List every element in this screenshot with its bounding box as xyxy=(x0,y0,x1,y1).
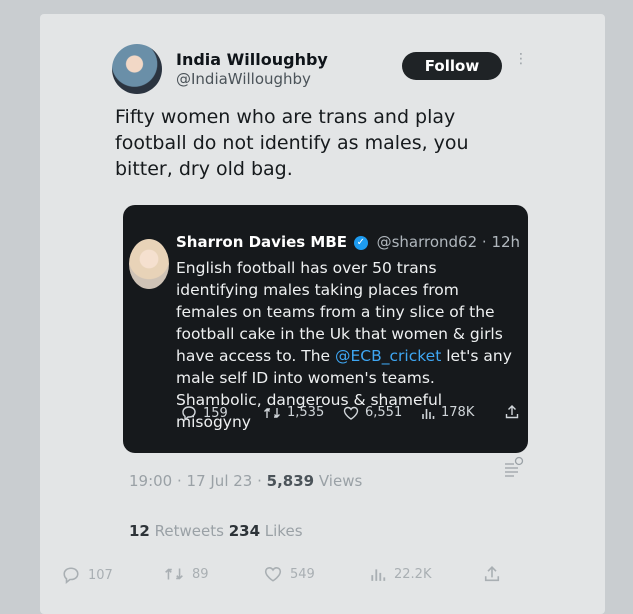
share-action[interactable] xyxy=(505,405,519,419)
retweets-label[interactable]: Retweets xyxy=(150,522,229,540)
bottom-reply-action[interactable]: 107 xyxy=(62,566,113,584)
reply-icon xyxy=(63,567,79,584)
quoted-tweet-actions: 159 1,535 6,551 178K xyxy=(123,405,528,429)
tweet-text: Fifty women who are trans and play footb… xyxy=(115,106,469,180)
tweet-meta: 19:00 · 17 Jul 23 · 5,839 Views xyxy=(129,472,362,490)
retweet-count: 1,535 xyxy=(287,405,325,420)
bottom-like-action[interactable]: 549 xyxy=(264,566,315,582)
views-icon xyxy=(371,569,386,581)
heart-icon xyxy=(264,567,282,582)
retweet-icon xyxy=(264,407,280,418)
bottom-retweet-count: 89 xyxy=(192,566,209,582)
views-count: 178K xyxy=(441,405,475,420)
reply-count: 159 xyxy=(203,405,228,421)
author-avatar[interactable] xyxy=(112,44,162,94)
author-name[interactable]: India Willoughby xyxy=(176,50,328,69)
quoted-author-handle: @sharrond62 · 12h xyxy=(376,233,521,251)
retweet-action[interactable]: 1,535 xyxy=(263,405,324,420)
bottom-views-count: 22.2K xyxy=(394,566,432,582)
bottom-retweet-action[interactable]: 89 xyxy=(164,566,209,582)
bottom-like-count: 549 xyxy=(290,566,315,582)
analytics-icon[interactable] xyxy=(503,456,525,478)
bottom-views-action[interactable]: 22.2K xyxy=(370,566,431,582)
quoted-author-avatar[interactable] xyxy=(129,239,169,289)
engagement-summary: 12 Retweets 234 Likes xyxy=(129,522,303,540)
tweet-actions: 107 89 549 22.2K xyxy=(0,566,633,590)
retweets-total[interactable]: 12 xyxy=(129,522,150,540)
reply-action[interactable]: 159 xyxy=(181,405,228,421)
quoted-author-name[interactable]: Sharron Davies MBE xyxy=(176,233,347,251)
follow-button[interactable]: Follow xyxy=(402,52,502,80)
bottom-share-action[interactable] xyxy=(484,566,500,582)
views-total: 5,839 xyxy=(266,472,315,490)
like-count: 6,551 xyxy=(365,405,403,420)
likes-total[interactable]: 234 xyxy=(229,522,260,540)
quoted-more-icon[interactable]: ··· xyxy=(506,233,519,249)
mention-link[interactable]: @ECB_cricket xyxy=(335,347,441,365)
verified-badge-icon: ✓ xyxy=(353,235,368,250)
author-handle[interactable]: @IndiaWilloughby xyxy=(176,70,311,88)
bottom-reply-count: 107 xyxy=(88,567,113,583)
views-label: Views xyxy=(314,472,363,490)
views-action[interactable]: 178K xyxy=(421,405,474,420)
like-action[interactable]: 6,551 xyxy=(343,405,402,420)
heart-icon xyxy=(343,406,359,420)
views-icon xyxy=(422,408,435,419)
share-icon xyxy=(484,566,500,582)
reply-icon xyxy=(182,406,196,421)
likes-label[interactable]: Likes xyxy=(260,522,303,540)
quoted-tweet-header: Sharron Davies MBE ✓ @sharrond62 · 12h xyxy=(176,233,520,251)
quoted-tweet[interactable]: Sharron Davies MBE ✓ @sharrond62 · 12h ·… xyxy=(123,205,528,453)
more-options-icon[interactable]: ⋮ xyxy=(514,52,528,66)
tweet-timestamp[interactable]: 19:00 · 17 Jul 23 · xyxy=(129,472,267,490)
share-icon xyxy=(505,405,519,419)
retweet-icon xyxy=(165,568,183,580)
